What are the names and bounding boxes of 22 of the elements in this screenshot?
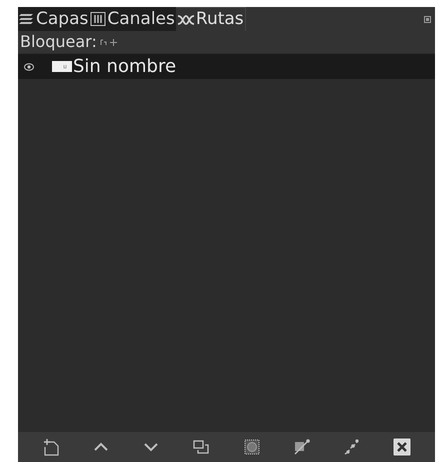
stroke-path-icon <box>342 438 361 456</box>
path-thumbnail-icon <box>52 61 72 72</box>
duplicate-icon <box>193 440 210 454</box>
panel-tab[interactable]: Canales <box>89 7 176 31</box>
path-to-selection-icon <box>244 439 260 455</box>
channels-icon <box>90 11 106 27</box>
edit-path-icon <box>292 438 311 456</box>
lower-icon <box>143 442 160 452</box>
delete-icon <box>392 438 411 456</box>
panel-tab[interactable]: Rutas <box>176 7 246 31</box>
new-path-icon <box>43 438 60 456</box>
panel-tab[interactable]: Capas <box>18 7 90 31</box>
lock-position-icon[interactable] <box>110 38 117 46</box>
lock-strokes-icon[interactable] <box>100 38 107 46</box>
path-name[interactable]: Sin nombre <box>73 58 176 76</box>
path-row[interactable]: Sin nombre <box>18 54 435 79</box>
eye-icon[interactable] <box>24 62 34 70</box>
panel-menu-icon[interactable] <box>424 16 431 23</box>
lock-label: Bloquear: <box>20 34 97 50</box>
layers-icon <box>19 11 35 27</box>
paths-icon <box>176 12 195 26</box>
raise-icon <box>93 442 110 452</box>
